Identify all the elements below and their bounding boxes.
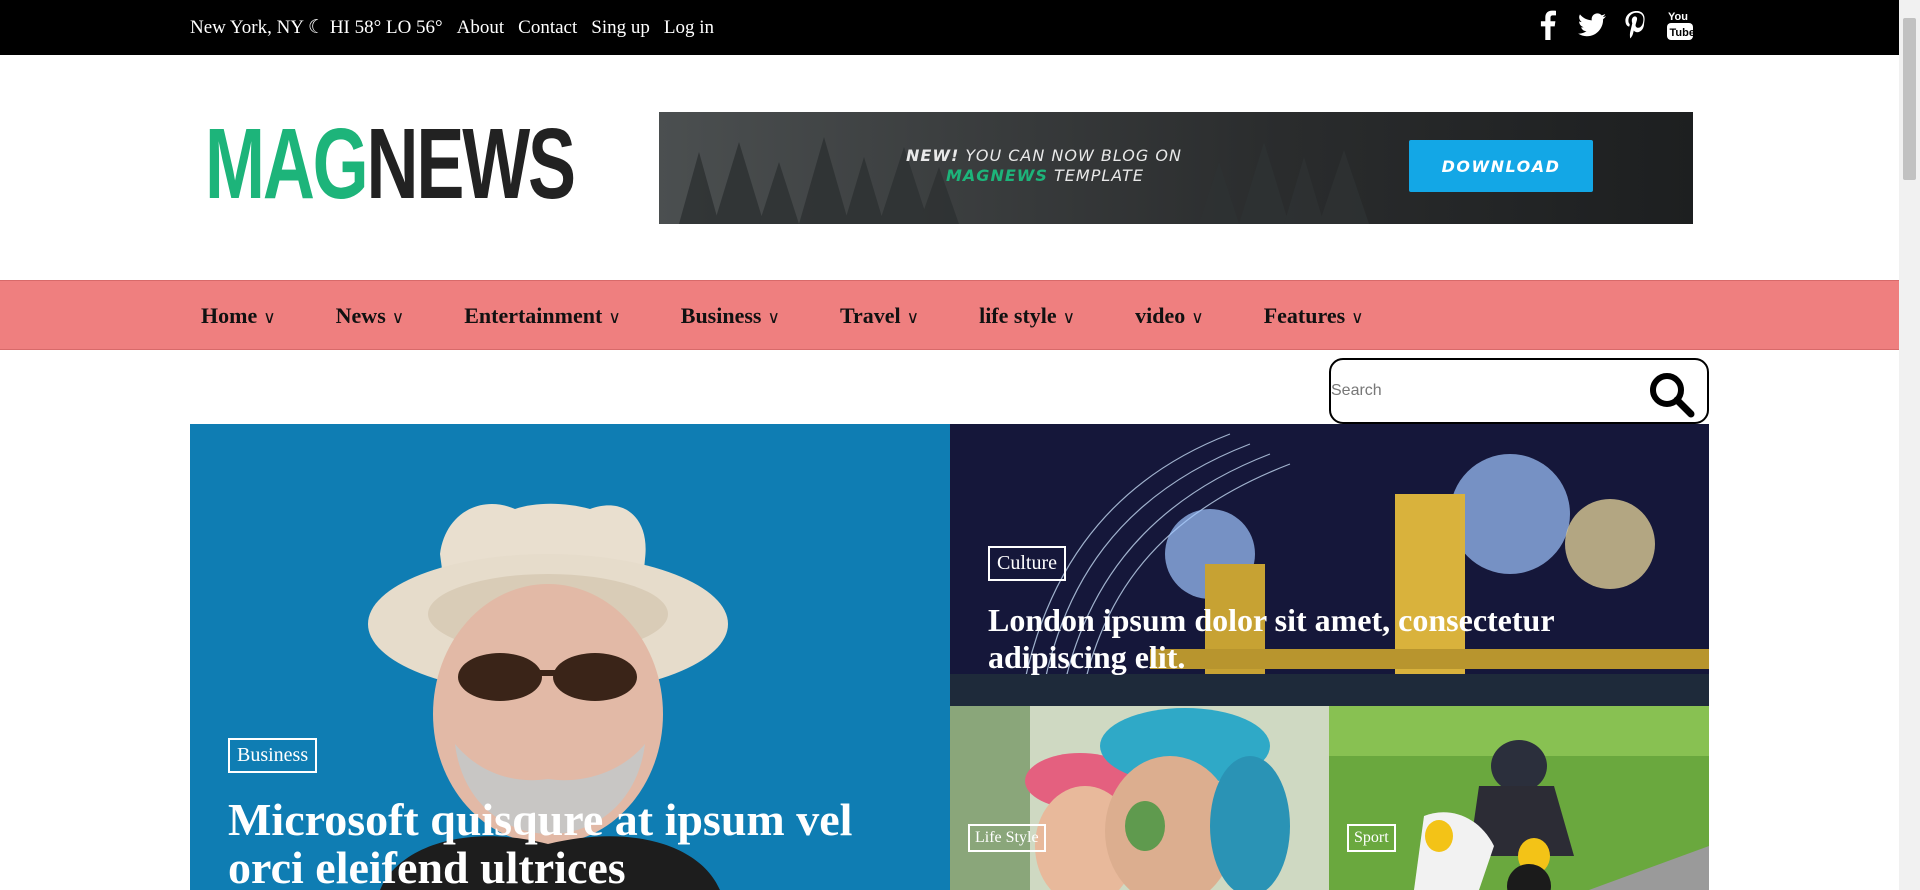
search-input[interactable] [1331, 360, 1631, 422]
ad-banner[interactable]: NEW! YOU CAN NOW BLOG ON MAGNEWS TEMPLAT… [659, 112, 1693, 224]
nav-item-entertainment[interactable]: Entertainment ∨ [464, 303, 621, 329]
search-icon[interactable] [1647, 370, 1695, 418]
youtube-icon[interactable]: You Tube [1665, 8, 1695, 42]
hero-card-main[interactable]: Business Microsoft quisqure at ipsum vel… [190, 424, 950, 890]
category-tag-culture[interactable]: Culture [988, 546, 1066, 581]
top-bar: New York, NY ☾ HI 58° LO 56° About Conta… [0, 0, 1899, 55]
about-link[interactable]: About [457, 17, 505, 39]
hero-main-title[interactable]: Microsoft quisqure at ipsum vel orci ele… [228, 796, 908, 890]
hero-card-top-right[interactable]: Culture London ipsum dolor sit amet, con… [950, 424, 1709, 706]
nav-label: Entertainment [464, 303, 603, 328]
nav-item-life-style[interactable]: life style ∨ [979, 303, 1075, 329]
chevron-down-icon: ∨ [1351, 308, 1364, 327]
nav-item-business[interactable]: Business ∨ [681, 303, 780, 329]
logo-mag: MAG [205, 108, 369, 220]
facebook-icon[interactable] [1533, 8, 1563, 42]
site-logo[interactable]: MAG NEWS [205, 108, 577, 220]
pinterest-icon[interactable] [1621, 8, 1651, 42]
search-box [1329, 358, 1709, 424]
hero-card-bottom-left[interactable]: Life Style [950, 706, 1329, 890]
weather-info: New York, NY ☾ HI 58° LO 56° [190, 17, 443, 38]
hero-grid: Business Microsoft quisqure at ipsum vel… [190, 424, 1709, 890]
category-tag-business[interactable]: Business [228, 738, 318, 773]
nav-item-travel[interactable]: Travel ∨ [840, 303, 919, 329]
color-festival-image [950, 706, 1329, 890]
login-link[interactable]: Log in [664, 17, 714, 39]
nav-label: life style [979, 303, 1057, 328]
nav-label: Home [201, 303, 258, 328]
logo-news: NEWS [366, 108, 577, 220]
hero-card-bottom-right[interactable]: Sport [1329, 706, 1709, 890]
nav-label: News [335, 303, 386, 328]
top-bar-left: New York, NY ☾ HI 58° LO 56° About Conta… [190, 0, 728, 55]
nav-item-news[interactable]: News ∨ [336, 303, 405, 329]
nav-label: Travel [839, 303, 901, 328]
chevron-down-icon: ∨ [767, 308, 780, 327]
banner-new: NEW! [906, 146, 960, 165]
contact-link[interactable]: Contact [518, 17, 577, 39]
svg-text:Tube: Tube [1670, 27, 1694, 39]
nav-item-home[interactable]: Home ∨ [201, 303, 276, 329]
category-tag-life-style[interactable]: Life Style [968, 824, 1046, 852]
category-tag-sport[interactable]: Sport [1347, 824, 1396, 852]
chevron-down-icon: ∨ [608, 308, 621, 327]
nav-label: Business [680, 303, 762, 328]
nav-item-video[interactable]: video ∨ [1135, 303, 1204, 329]
banner-text: NEW! YOU CAN NOW BLOG ON MAGNEWS TEMPLAT… [906, 146, 1182, 186]
banner-brand: MAGNEWS [946, 166, 1048, 185]
main-nav: Home ∨ News ∨ Entertainment ∨ Business ∨ Tra… [0, 280, 1899, 350]
chevron-down-icon: ∨ [906, 308, 920, 327]
nav-item-features[interactable]: Features ∨ [1264, 303, 1364, 329]
scrollbar-thumb[interactable] [1903, 18, 1916, 180]
nav-label: video [1135, 303, 1186, 328]
signup-link[interactable]: Sing up [591, 17, 650, 39]
banner-line1: YOU CAN NOW BLOG ON [959, 146, 1182, 165]
chevron-down-icon: ∨ [1191, 308, 1204, 327]
chevron-down-icon: ∨ [1062, 308, 1076, 327]
chevron-down-icon: ∨ [263, 308, 276, 327]
page-scrollbar[interactable] [1899, 0, 1920, 890]
chevron-down-icon: ∨ [391, 308, 405, 327]
nav-label: Features [1263, 303, 1346, 328]
download-button[interactable]: DOWNLOAD [1409, 140, 1593, 192]
svg-text:You: You [1668, 11, 1688, 23]
twitter-icon[interactable] [1577, 8, 1607, 42]
social-links: You Tube [1533, 8, 1695, 42]
hero-top-right-title[interactable]: London ipsum dolor sit amet, consectetur… [988, 602, 1668, 676]
banner-line2: TEMPLATE [1047, 166, 1144, 185]
motorcycle-race-image [1329, 706, 1709, 890]
